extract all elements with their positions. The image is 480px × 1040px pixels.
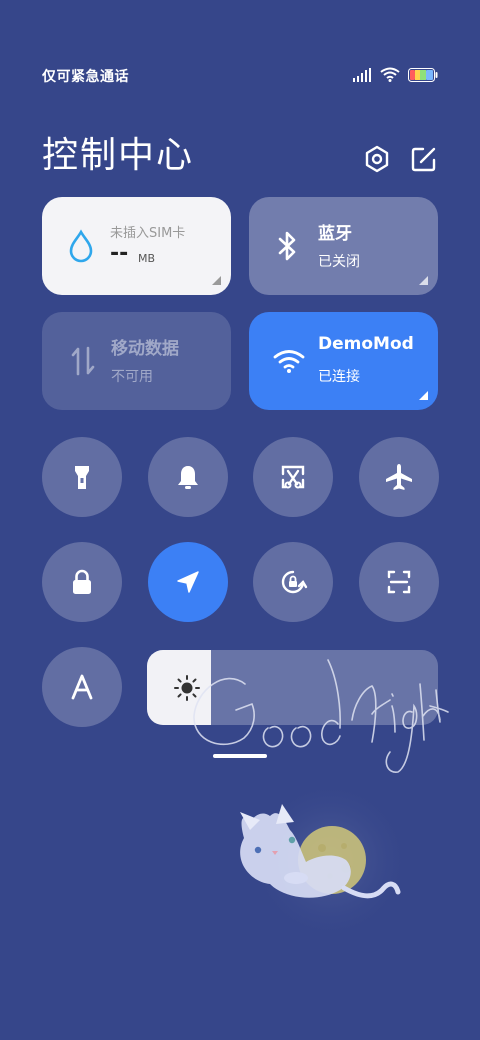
expand-corner-icon (212, 276, 221, 285)
status-bar: 仅可紧急通话 (42, 64, 438, 88)
mobile-data-status: 不可用 (111, 369, 153, 385)
signal-icon (353, 67, 371, 82)
ringer-toggle[interactable] (148, 437, 228, 517)
bluetooth-status: 已关闭 (318, 254, 360, 270)
bluetooth-tile[interactable]: 蓝牙 已关闭 (249, 197, 438, 295)
rotate-lock-icon (281, 570, 308, 594)
font-size-toggle[interactable] (42, 647, 122, 727)
data-usage-unit: MB (138, 252, 156, 265)
expand-corner-icon (419, 391, 428, 400)
lock-icon (73, 569, 91, 594)
wifi-status: 已连接 (318, 369, 360, 385)
scissors-screenshot-icon (281, 465, 305, 489)
bluetooth-icon (278, 231, 296, 261)
sim-status-label: 未插入SIM卡 (110, 226, 186, 241)
bluetooth-label: 蓝牙 (318, 224, 352, 244)
auto-rotate-toggle[interactable] (253, 542, 333, 622)
wifi-icon (380, 67, 400, 82)
settings-hexagon-icon[interactable] (362, 144, 392, 174)
wifi-network-name: DemoMod (318, 334, 414, 354)
scan-icon (387, 570, 411, 594)
drag-handle[interactable] (213, 754, 267, 758)
scanner-toggle[interactable] (359, 542, 439, 622)
data-arrows-icon (71, 346, 95, 376)
location-arrow-icon (177, 571, 199, 593)
mobile-data-tile[interactable]: 移动数据 不可用 (42, 312, 231, 410)
flashlight-icon (75, 466, 89, 489)
page-title: 控制中心 (42, 135, 195, 176)
moon-glow (248, 778, 412, 942)
mobile-data-label: 移动数据 (111, 339, 179, 359)
wifi-tile[interactable]: DemoMod 已连接 (249, 312, 438, 410)
data-usage-tile[interactable]: 未插入SIM卡 -- MB (42, 197, 231, 295)
carrier-text: 仅可紧急通话 (42, 69, 129, 85)
airplane-toggle[interactable] (359, 437, 439, 517)
screenshot-toggle[interactable] (253, 437, 333, 517)
edit-icon[interactable] (409, 144, 439, 174)
data-usage-value: -- (110, 241, 129, 266)
water-drop-icon (69, 229, 93, 263)
brightness-slider[interactable] (147, 650, 438, 725)
bell-icon (178, 466, 198, 489)
lock-toggle[interactable] (42, 542, 122, 622)
cat-with-moon (240, 804, 401, 899)
flashlight-toggle[interactable] (42, 437, 122, 517)
expand-corner-icon (419, 276, 428, 285)
battery-icon (408, 67, 438, 82)
airplane-icon (386, 464, 412, 490)
status-icons (352, 67, 438, 82)
wifi-icon (273, 350, 305, 373)
sun-icon (174, 675, 200, 701)
location-toggle[interactable] (148, 542, 228, 622)
font-a-icon (71, 674, 93, 700)
